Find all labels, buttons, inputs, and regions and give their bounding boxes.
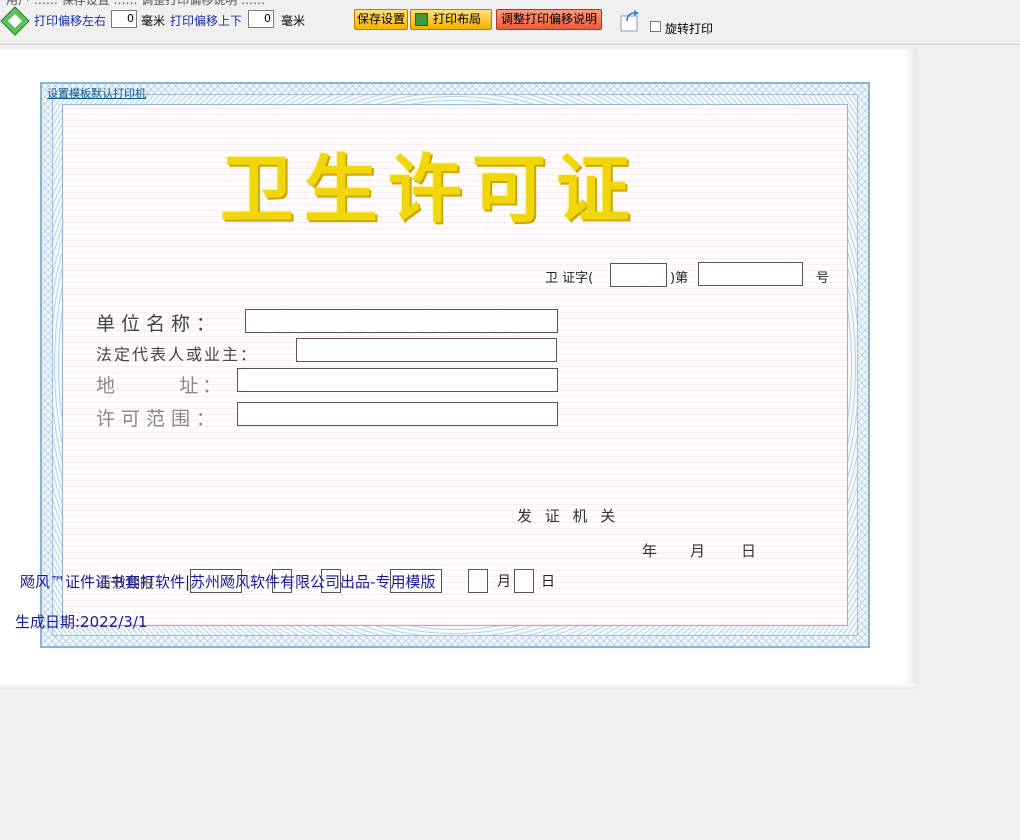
rotate-print-label: 旋转打印 — [665, 22, 714, 36]
rotate-print-checkbox[interactable] — [650, 21, 661, 32]
paper-edge-shadow — [903, 50, 917, 689]
license-number-prefix: 卫 证字( — [545, 271, 594, 286]
rotate-icon[interactable] — [618, 9, 642, 33]
legal-rep-label: 法定代表人或业主： — [96, 345, 259, 364]
address-label: 地 址： — [96, 375, 226, 397]
issuing-authority-label: 发 证 机 关 — [517, 507, 620, 525]
certificate-title: 卫生许可证 — [220, 147, 640, 233]
layout-icon — [415, 13, 428, 26]
issue-month-label: 月 — [690, 542, 706, 560]
offset-explain-button[interactable]: 调整打印偏移说明 — [496, 9, 602, 30]
validity-month-label: 月 — [497, 574, 511, 590]
print-layout-label: 打印布局 — [433, 12, 482, 26]
toolbar-divider — [0, 44, 1020, 45]
validity-to-month-field[interactable] — [468, 569, 488, 593]
unit-name-label: 单位名称： — [96, 313, 222, 335]
unit-name-field[interactable] — [245, 309, 558, 333]
set-default-printer-link[interactable]: 设置模板默认打印机 — [47, 85, 146, 101]
offset-lr-input[interactable]: 0 — [111, 10, 137, 28]
license-word-field[interactable] — [610, 263, 667, 287]
software-brand-text: 飏风™证件证书套打软件|苏州飏风软件有限公司出品-专用模版 — [20, 573, 436, 591]
issue-day-label: 日 — [741, 542, 757, 560]
license-number-suffix: 号 — [816, 271, 830, 286]
address-field[interactable] — [237, 368, 558, 392]
validity-to-day-field[interactable] — [514, 569, 534, 593]
offset-dpad-icon[interactable] — [0, 6, 30, 36]
license-number-mid: )第 — [670, 271, 689, 286]
offset-lr-label: 打印偏移左右 — [34, 14, 107, 28]
scope-label: 许可范围： — [96, 408, 222, 430]
generated-date-text: 生成日期:2022/3/1 — [15, 613, 148, 631]
license-number-field[interactable] — [698, 262, 803, 286]
offset-ud-label: 打印偏移上下 — [170, 14, 243, 28]
print-layout-button[interactable]: 打印布局 — [410, 9, 492, 30]
paper-bottom-shadow — [0, 684, 917, 689]
validity-day-label: 日 — [541, 574, 555, 590]
issue-year-label: 年 — [642, 542, 658, 560]
scope-field[interactable] — [237, 402, 558, 426]
legal-rep-field[interactable] — [296, 338, 557, 362]
offset-ud-input[interactable]: 0 — [248, 10, 274, 28]
offset-ud-unit: 毫米 — [281, 14, 306, 28]
save-settings-button[interactable]: 保存设置 — [354, 9, 408, 30]
offset-lr-unit: 毫米 — [141, 14, 166, 28]
